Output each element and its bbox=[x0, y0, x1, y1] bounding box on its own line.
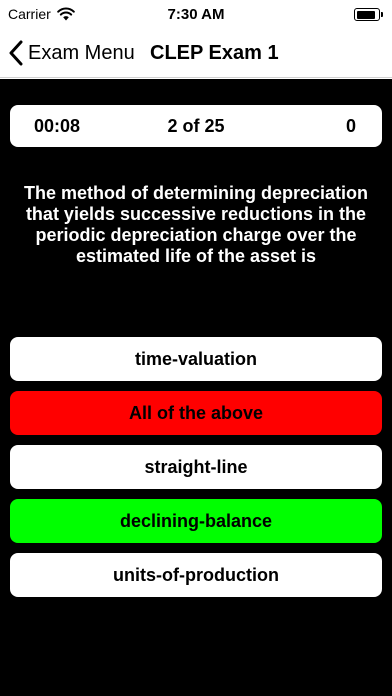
answer-button[interactable]: straight-line bbox=[10, 445, 382, 489]
answer-label: declining-balance bbox=[119, 510, 273, 531]
battery-level bbox=[356, 10, 376, 19]
question-text: The method of determining depreciation t… bbox=[23, 183, 369, 266]
status-time: 7:30 AM bbox=[167, 6, 225, 23]
page-title: CLEP Exam 1 bbox=[150, 42, 279, 64]
answer-button[interactable]: units-of-production bbox=[10, 553, 382, 597]
battery-icon bbox=[354, 8, 383, 21]
status-bar: Carrier 7:30 AM bbox=[0, 0, 392, 30]
answer-button[interactable]: time-valuation bbox=[10, 337, 382, 381]
score-bar: 00:08 2 of 25 0 bbox=[10, 105, 382, 147]
chevron-left-icon bbox=[9, 40, 23, 66]
quiz-content: 00:08 2 of 25 0 The method of determinin… bbox=[0, 79, 392, 696]
answer-label: time-valuation bbox=[134, 348, 258, 369]
answer-label: All of the above bbox=[128, 402, 263, 423]
answer-button[interactable]: declining-balance bbox=[10, 499, 382, 543]
navigation-bar: Exam Menu CLEP Exam 1 bbox=[0, 30, 392, 78]
answer-label: straight-line bbox=[144, 456, 248, 477]
back-label: Exam Menu bbox=[28, 41, 135, 64]
question-progress: 2 of 25 bbox=[167, 116, 225, 136]
answer-button[interactable]: All of the above bbox=[10, 391, 382, 435]
answer-label: units-of-production bbox=[113, 564, 279, 585]
score: 0 bbox=[345, 116, 356, 136]
back-button[interactable]: Exam Menu bbox=[8, 38, 135, 68]
